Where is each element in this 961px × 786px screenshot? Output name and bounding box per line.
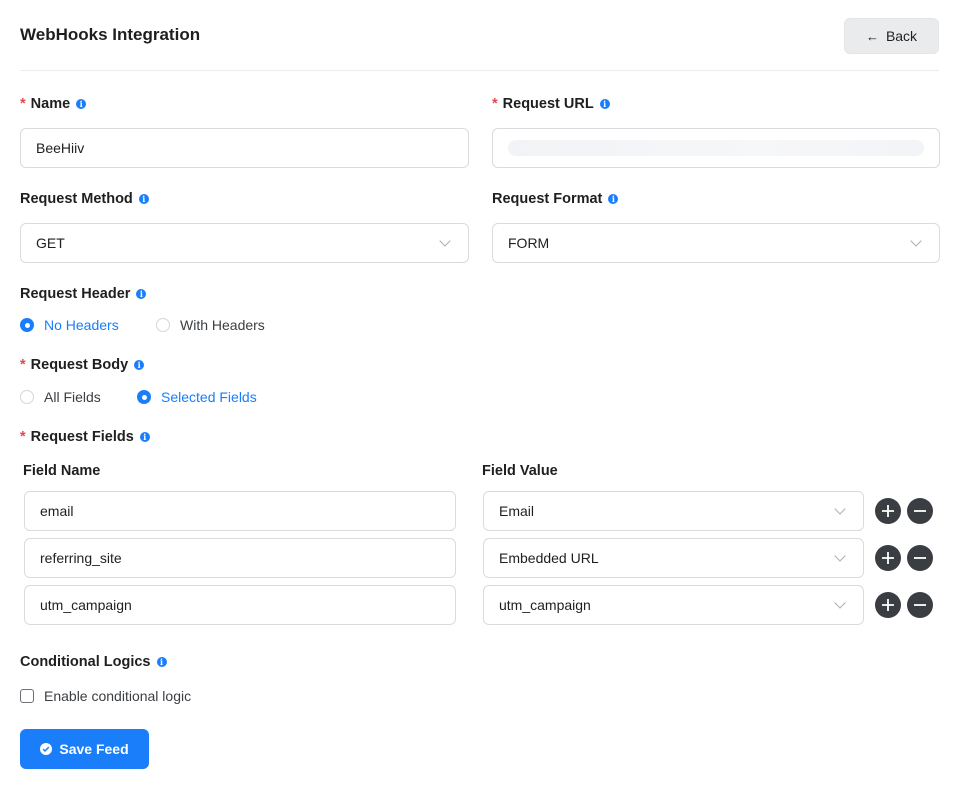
info-icon[interactable]: i: [156, 657, 167, 667]
header-divider: [20, 70, 939, 71]
radio-no-headers[interactable]: No Headers: [20, 317, 119, 333]
radio-with-headers-label: With Headers: [180, 317, 265, 333]
info-icon[interactable]: i: [138, 194, 149, 204]
field-name-header: Field Name: [23, 463, 101, 479]
request-format-label: Request Format i: [492, 191, 619, 207]
field-value-select[interactable]: Email: [483, 491, 864, 531]
chevron-down-icon: [910, 235, 922, 247]
required-marker: *: [20, 357, 26, 373]
field-name-value: referring_site: [40, 550, 122, 566]
minus-icon: [914, 604, 926, 606]
conditional-logics-label: Conditional Logics i: [20, 654, 167, 670]
info-icon[interactable]: i: [139, 432, 150, 442]
name-label-text: Name: [30, 96, 71, 112]
radio-all-fields-label: All Fields: [44, 389, 101, 405]
field-name-input[interactable]: email: [24, 491, 456, 531]
request-method-select[interactable]: GET: [20, 223, 469, 263]
add-row-button[interactable]: [875, 592, 901, 618]
field-value-value: Embedded URL: [499, 550, 599, 566]
field-value-select[interactable]: utm_campaign: [483, 585, 864, 625]
required-marker: *: [492, 96, 498, 112]
radio-selected-fields-label: Selected Fields: [161, 389, 257, 405]
radio-all-fields[interactable]: All Fields: [20, 389, 101, 405]
radio-with-headers[interactable]: With Headers: [156, 317, 265, 333]
field-value-value: Email: [499, 503, 535, 519]
info-icon[interactable]: i: [599, 99, 610, 109]
plus-icon: [882, 505, 894, 517]
save-feed-label: Save Feed: [59, 741, 129, 757]
info-icon[interactable]: i: [134, 360, 145, 370]
back-button[interactable]: ← Back: [844, 18, 939, 54]
field-value-value: utm_campaign: [499, 597, 591, 613]
request-header-label: Request Header i: [20, 286, 147, 302]
request-fields-label-text: Request Fields: [30, 429, 134, 445]
request-url-label: * Request URL i: [492, 96, 610, 112]
chevron-down-icon: [834, 503, 846, 515]
name-input-value: BeeHiiv: [36, 140, 85, 156]
minus-icon: [914, 557, 926, 559]
radio-no-headers-label: No Headers: [44, 317, 119, 333]
request-format-value: FORM: [508, 235, 550, 251]
plus-icon: [882, 599, 894, 611]
field-value-header: Field Value: [482, 463, 558, 479]
add-row-button[interactable]: [875, 545, 901, 571]
enable-conditional-logic-option[interactable]: Enable conditional logic: [20, 688, 191, 704]
info-icon[interactable]: i: [608, 194, 619, 204]
request-body-label-text: Request Body: [30, 357, 129, 373]
back-button-label: Back: [885, 28, 918, 44]
field-name-value: utm_campaign: [40, 597, 132, 613]
page-title: WebHooks Integration: [20, 25, 201, 44]
request-method-label: Request Method i: [20, 191, 149, 207]
plus-icon: [882, 552, 894, 564]
field-name-input[interactable]: referring_site: [24, 538, 456, 578]
remove-row-button[interactable]: [907, 498, 933, 524]
request-method-value: GET: [36, 235, 65, 251]
info-icon[interactable]: i: [136, 289, 147, 299]
name-label: * Name i: [20, 96, 87, 112]
chevron-down-icon: [834, 597, 846, 609]
remove-row-button[interactable]: [907, 592, 933, 618]
request-method-label-text: Request Method: [20, 191, 133, 207]
request-body-label: * Request Body i: [20, 357, 145, 373]
redacted-url: [508, 140, 924, 156]
request-url-label-text: Request URL: [502, 96, 594, 112]
request-url-input[interactable]: [492, 128, 940, 168]
chevron-down-icon: [834, 550, 846, 562]
check-circle-icon: [40, 743, 53, 755]
required-marker: *: [20, 96, 26, 112]
required-marker: *: [20, 429, 26, 445]
radio-selected-icon[interactable]: [20, 318, 34, 332]
add-row-button[interactable]: [875, 498, 901, 524]
checkbox[interactable]: [20, 689, 34, 703]
enable-conditional-logic-label: Enable conditional logic: [44, 688, 192, 704]
arrow-left-icon: ←: [865, 28, 879, 44]
chevron-down-icon: [439, 235, 451, 247]
radio-unselected-icon[interactable]: [20, 390, 34, 404]
save-feed-button[interactable]: Save Feed: [20, 729, 149, 769]
conditional-logics-label-text: Conditional Logics: [20, 654, 151, 670]
field-value-select[interactable]: Embedded URL: [483, 538, 864, 578]
field-name-input[interactable]: utm_campaign: [24, 585, 456, 625]
radio-selected-icon[interactable]: [137, 390, 151, 404]
radio-unselected-icon[interactable]: [156, 318, 170, 332]
remove-row-button[interactable]: [907, 545, 933, 571]
request-header-label-text: Request Header: [20, 286, 131, 302]
radio-selected-fields[interactable]: Selected Fields: [137, 389, 257, 405]
info-icon[interactable]: i: [76, 99, 87, 109]
request-format-label-text: Request Format: [492, 191, 603, 207]
request-fields-label: * Request Fields i: [20, 429, 150, 445]
field-name-value: email: [40, 503, 74, 519]
name-input[interactable]: BeeHiiv: [20, 128, 469, 168]
request-format-select[interactable]: FORM: [492, 223, 940, 263]
minus-icon: [914, 510, 926, 512]
